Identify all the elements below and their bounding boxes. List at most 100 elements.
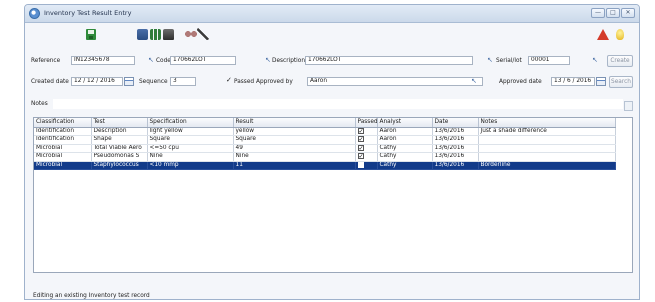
- table-header-row: Classification Test Specification Result…: [34, 118, 616, 128]
- column-header-passed[interactable]: Passed: [355, 118, 378, 128]
- table-row[interactable]: Identification Description light yellow …: [34, 127, 616, 136]
- cell-test: Total Viable Aero: [91, 144, 148, 153]
- cell-specification: light yellow: [147, 127, 234, 136]
- cell-test: Description: [91, 127, 148, 136]
- close-button[interactable]: ✕: [621, 8, 635, 18]
- cell-test: Staphylococcus: [91, 161, 148, 170]
- binoculars-icon[interactable]: [185, 27, 197, 41]
- cell-date: 13/6/2016: [432, 144, 479, 153]
- app-icon: [29, 8, 40, 19]
- status-bar-text: Editing an existing Inventory test recor…: [33, 293, 150, 299]
- approved-by-field[interactable]: Aaron: [307, 77, 483, 86]
- toolbar: [25, 24, 639, 44]
- passed-checkbox[interactable]: ✓: [357, 127, 364, 134]
- print-icon[interactable]: [163, 27, 174, 41]
- table-row-selected[interactable]: Microbial Staphylococcus <10 mmp 11 Cath…: [34, 161, 616, 170]
- cell-classification: Microbial: [34, 144, 92, 153]
- sequence-label: Sequence: [139, 79, 168, 85]
- tree-icon[interactable]: [150, 27, 161, 41]
- warning-icon[interactable]: [597, 27, 609, 41]
- cell-date: 13/6/2016: [432, 152, 479, 162]
- cell-passed: ✓: [355, 152, 378, 162]
- column-header-specification[interactable]: Specification: [147, 118, 234, 128]
- cell-analyst: Aaron: [377, 127, 433, 136]
- code-field[interactable]: 170662LOT: [170, 56, 236, 65]
- created-date-field[interactable]: 12 / 12 / 2016: [71, 77, 123, 86]
- serial-search-icon[interactable]: ↖: [592, 56, 598, 65]
- cell-test: Pseudomonas S: [91, 152, 148, 162]
- table-row[interactable]: Microbial Pseudomonas S Nine Nine ✓ Cath…: [34, 152, 616, 162]
- app-window: Inventory Test Result Entry — □ ✕ Refere…: [24, 4, 640, 300]
- passed-checkbox[interactable]: ✓: [357, 153, 364, 160]
- window-controls: — □ ✕: [591, 8, 635, 18]
- code-label: Code: [156, 58, 171, 64]
- cell-passed: ✓: [355, 144, 378, 153]
- notes-scrollbar[interactable]: [624, 101, 633, 111]
- cell-passed: [355, 161, 378, 170]
- created-date-label: Created date: [31, 79, 69, 85]
- column-header-classification[interactable]: Classification: [34, 118, 92, 128]
- cell-specification: <10 mmp: [147, 161, 234, 170]
- column-header-result[interactable]: Result: [233, 118, 356, 128]
- cell-notes: Just a shade difference: [478, 127, 616, 136]
- cell-result: yellow: [233, 127, 356, 136]
- approved-date-calendar-icon[interactable]: [596, 77, 606, 86]
- cell-classification: Microbial: [34, 152, 92, 162]
- column-header-analyst[interactable]: Analyst: [377, 118, 433, 128]
- cell-analyst: Cathy: [377, 161, 433, 170]
- window-title: Inventory Test Result Entry: [44, 9, 132, 17]
- cell-classification: Identification: [34, 127, 92, 136]
- cell-analyst: Cathy: [377, 144, 433, 153]
- cell-date: 13/6/2016: [432, 135, 479, 145]
- cell-notes: [478, 144, 616, 153]
- description-lookup-icon[interactable]: ↖: [265, 56, 271, 65]
- cell-specification: <=50 cpu: [147, 144, 234, 153]
- notes-field[interactable]: [53, 99, 623, 109]
- document-icon[interactable]: [137, 27, 148, 41]
- sequence-field[interactable]: 3: [170, 77, 196, 86]
- table-row[interactable]: Microbial Total Viable Aero <=50 cpu 49 …: [34, 144, 616, 153]
- lightbulb-icon[interactable]: [615, 27, 625, 41]
- brush-icon[interactable]: [197, 27, 209, 41]
- description-field[interactable]: 170662LOT: [305, 56, 473, 65]
- approved-by-lookup-icon[interactable]: ↖: [471, 77, 477, 86]
- column-header-notes[interactable]: Notes: [478, 118, 616, 128]
- column-header-test[interactable]: Test: [91, 118, 148, 128]
- approved-date-field[interactable]: 13 / 6 / 2016: [551, 77, 595, 86]
- notes-label: Notes: [31, 101, 48, 107]
- description-label: Description: [272, 58, 306, 64]
- results-table: Classification Test Specification Result…: [33, 117, 633, 273]
- serial-lookup-icon[interactable]: ↖: [487, 56, 493, 65]
- passed-checkbox[interactable]: [357, 161, 364, 168]
- maximize-button[interactable]: □: [606, 8, 620, 18]
- search-button[interactable]: Search: [609, 76, 633, 88]
- serial-field[interactable]: 00001: [528, 56, 570, 65]
- column-header-date[interactable]: Date: [432, 118, 479, 128]
- create-button[interactable]: Create: [607, 55, 633, 67]
- cell-specification: Square: [147, 135, 234, 145]
- cell-result: 49: [233, 144, 356, 153]
- passed-checkbox[interactable]: ✓: [226, 76, 232, 85]
- created-date-calendar-icon[interactable]: [124, 77, 134, 86]
- approved-by-label: Approved by: [256, 79, 293, 85]
- cell-notes: [478, 152, 616, 162]
- save-icon[interactable]: [85, 27, 97, 41]
- cell-classification: Identification: [34, 135, 92, 145]
- passed-label: Passed: [234, 79, 255, 85]
- cell-analyst: Cathy: [377, 152, 433, 162]
- cell-result: Square: [233, 135, 356, 145]
- code-lookup-icon[interactable]: ↖: [148, 56, 154, 65]
- reference-label: Reference: [31, 58, 61, 64]
- approved-date-label: Approved date: [499, 79, 542, 85]
- minimize-button[interactable]: —: [591, 8, 605, 18]
- reference-field[interactable]: IN12345678: [71, 56, 135, 65]
- cell-specification: Nine: [147, 152, 234, 162]
- cell-passed: ✓: [355, 127, 378, 136]
- cell-passed: ✓: [355, 135, 378, 145]
- passed-checkbox[interactable]: ✓: [357, 136, 364, 143]
- cell-result: 11: [233, 161, 356, 170]
- cell-test: Shape: [91, 135, 148, 145]
- passed-checkbox[interactable]: ✓: [357, 144, 364, 151]
- table-row[interactable]: Identification Shape Square Square ✓ Aar…: [34, 135, 616, 145]
- cell-date: 13/6/2016: [432, 127, 479, 136]
